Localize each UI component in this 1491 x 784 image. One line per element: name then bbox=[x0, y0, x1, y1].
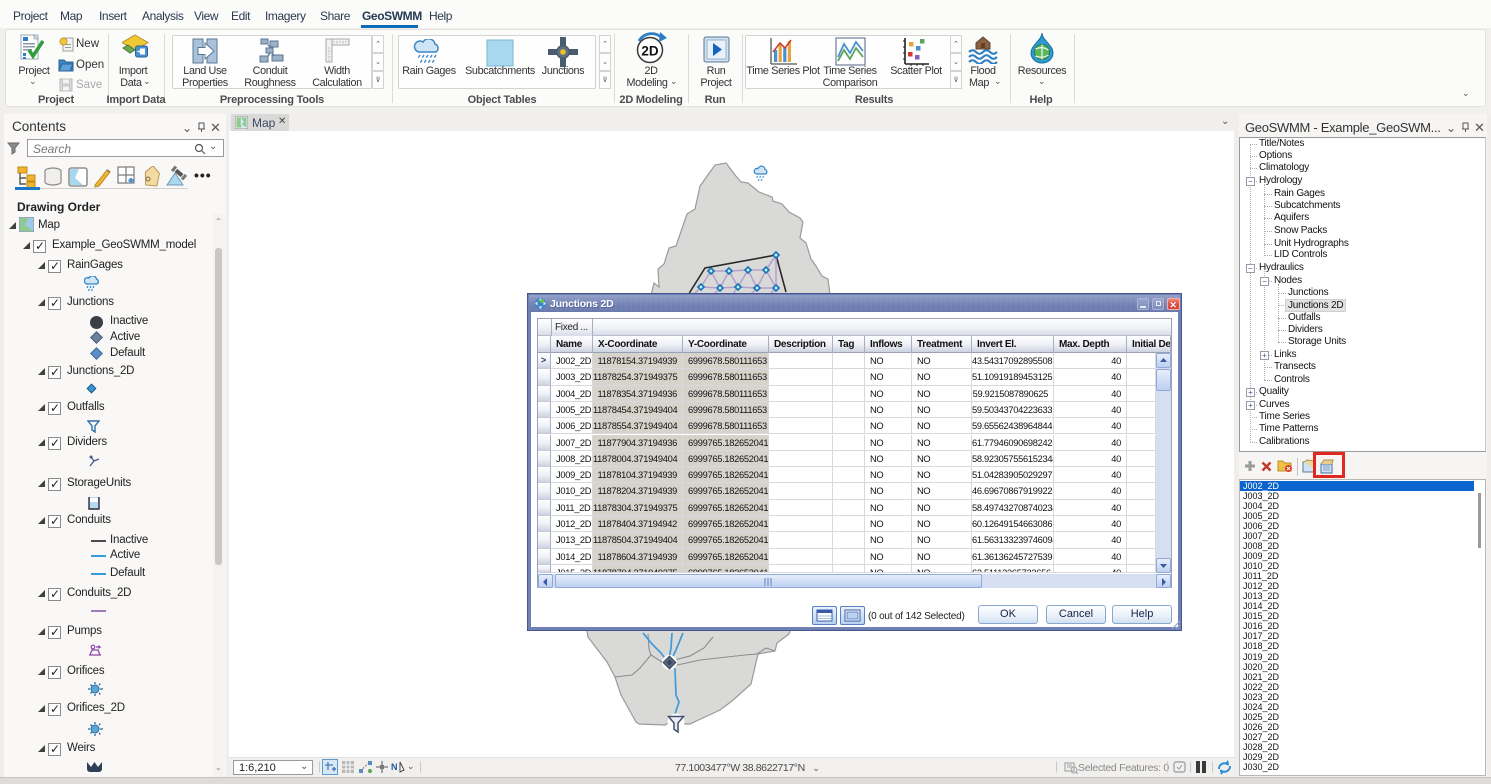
svg-text:2D: 2D bbox=[641, 44, 659, 59]
svg-text:N: N bbox=[391, 762, 398, 772]
